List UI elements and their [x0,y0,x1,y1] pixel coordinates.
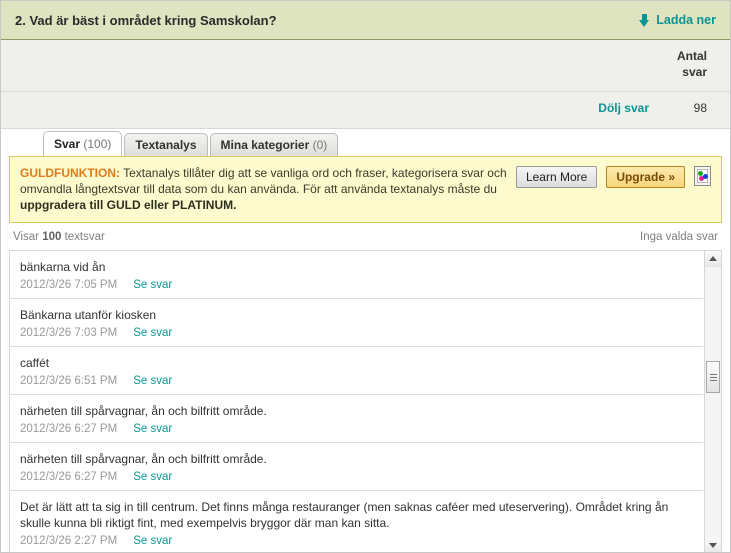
scroll-down-button[interactable] [705,538,721,552]
tab-mina-kategorier[interactable]: Mina kategorier (0) [209,133,339,156]
view-response-link[interactable]: Se svar [133,279,172,291]
broken-image-blue-dot [703,174,708,179]
column-header-line-1: Antal [677,49,707,63]
hide-answers-row: Dölj svar 98 [1,92,730,129]
scrollbar-track[interactable] [705,267,721,538]
view-response-link[interactable]: Se svar [133,423,172,435]
response-date: 2012/3/26 2:27 PM [20,535,118,547]
response-text: Det är lätt att ta sig in till centrum. … [20,500,669,530]
tab-textanalys-label: Textanalys [135,138,197,152]
column-header-line-2: svar [682,65,707,79]
scrollbar-thumb[interactable] [706,361,720,393]
triangle-down-icon [709,543,717,548]
response-list-inner: bänkarna vid ån 2012/3/26 7:05 PM Se sva… [10,251,703,552]
response-meta: 2012/3/26 6:27 PM Se svar [20,423,693,435]
scrollbar-grip-line [710,380,717,381]
gold-banner-upgrade-text: uppgradera till GULD eller PLATINUM. [20,198,237,212]
response-date: 2012/3/26 7:03 PM [20,327,118,339]
response-text: närheten till spårvagnar, ån och bilfrit… [20,404,267,418]
response-list: bänkarna vid ån 2012/3/26 7:05 PM Se sva… [9,251,722,552]
gold-banner-text: GULDFUNKTION: Textanalys tillåter dig at… [20,165,512,213]
hide-answers-link[interactable]: Dölj svar [598,101,649,115]
arrow-down-icon [639,13,650,27]
scrollbar-grip-line [710,377,717,378]
list-item[interactable]: caffét 2012/3/26 6:51 PM Se svar [10,347,703,395]
scrollbar-grip-line [710,374,717,375]
tabs-area: Svar (100) Textanalys Mina kategorier (0… [1,129,730,156]
triangle-up-icon [709,256,717,261]
tab-svar[interactable]: Svar (100) [43,131,123,156]
response-date: 2012/3/26 6:51 PM [20,375,118,387]
tab-mina-kategorier-count: (0) [312,138,328,152]
list-item[interactable]: närheten till spårvagnar, ån och bilfrit… [10,443,703,491]
upgrade-button[interactable]: Upgrade » [606,166,685,188]
list-item[interactable]: Det är lätt att ta sig in till centrum. … [10,491,703,552]
list-item[interactable]: närheten till spårvagnar, ån och bilfrit… [10,395,703,443]
response-date: 2012/3/26 7:05 PM [20,279,118,291]
view-response-link[interactable]: Se svar [133,535,172,547]
list-item[interactable]: Bänkarna utanför kiosken 2012/3/26 7:03 … [10,299,703,347]
view-response-link[interactable]: Se svar [133,327,172,339]
gold-banner-label: GULDFUNKTION: [20,166,120,180]
tab-textanalys[interactable]: Textanalys [124,133,208,156]
showing-count: 100 [42,231,62,243]
response-text: närheten till spårvagnar, ån och bilfrit… [20,452,267,466]
view-response-link[interactable]: Se svar [133,471,172,483]
download-label: Ladda ner [656,13,716,27]
survey-response-panel: 2. Vad är bäst i området kring Samskolan… [0,0,731,553]
tab-svar-label: Svar [54,137,81,151]
gold-feature-banner: GULDFUNKTION: Textanalys tillåter dig at… [9,156,722,223]
response-meta: 2012/3/26 7:05 PM Se svar [20,279,693,291]
list-status-bar: Visar 100 textsvar Inga valda svar [9,227,722,251]
response-meta: 2012/3/26 6:51 PM Se svar [20,375,693,387]
download-button[interactable]: Ladda ner [639,13,716,27]
response-text: Bänkarna utanför kiosken [20,308,157,322]
learn-more-button[interactable]: Learn More [515,166,598,188]
showing-prefix: Visar [13,231,43,243]
page-title: 2. Vad är bäst i området kring Samskolan… [15,12,277,28]
response-list-scrollbar[interactable] [704,251,721,552]
selection-status: Inga valda svar [640,231,718,243]
list-item[interactable]: bänkarna vid ån 2012/3/26 7:05 PM Se sva… [10,251,703,299]
tab-svar-count: (100) [83,137,112,151]
showing-count-status: Visar 100 textsvar [13,231,105,243]
question-header: 2. Vad är bäst i området kring Samskolan… [1,1,730,40]
answer-count-value: 98 [693,101,707,115]
showing-suffix: textsvar [61,231,105,243]
column-header-antal-svar: Antal svar [637,48,707,80]
response-meta: 2012/3/26 7:03 PM Se svar [20,327,693,339]
response-date: 2012/3/26 6:27 PM [20,471,118,483]
gold-banner-actions: Learn More Upgrade » [515,166,711,188]
response-date: 2012/3/26 6:27 PM [20,423,118,435]
response-text: caffét [20,356,50,370]
broken-image-icon[interactable] [694,166,711,186]
response-meta: 2012/3/26 6:27 PM Se svar [20,471,693,483]
response-meta: 2012/3/26 2:27 PM Se svar [20,535,693,547]
view-response-link[interactable]: Se svar [133,375,172,387]
response-text: bänkarna vid ån [20,260,106,274]
column-header-row: Antal svar [1,40,730,92]
tab-mina-kategorier-label: Mina kategorier [220,138,310,152]
tab-list: Svar (100) Textanalys Mina kategorier (0… [43,129,730,156]
scroll-up-button[interactable] [705,251,721,267]
